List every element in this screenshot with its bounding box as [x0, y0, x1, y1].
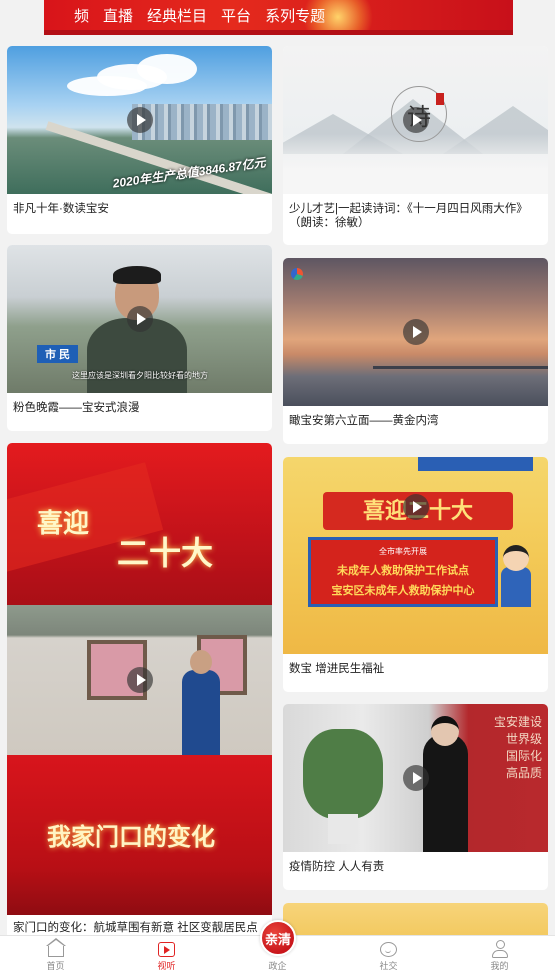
banner-nav: 频 直播 经典栏目 平台 系列专题	[74, 5, 325, 26]
play-icon[interactable]	[126, 107, 153, 133]
banner-nav-item-platform[interactable]: 平台	[221, 5, 251, 26]
video-title: 数宝 增进民生福祉	[289, 663, 385, 675]
video-thumbnail: 宝安建设 世界级 国际化 高品质	[283, 704, 548, 852]
screen-line-2: 未成年人救助保护工作试点	[337, 565, 469, 577]
screen-line-3: 宝安区未成年人救助保护中心	[331, 585, 475, 597]
home-icon	[45, 938, 66, 957]
center-badge-icon[interactable]: 亲清	[260, 920, 296, 956]
tab-social[interactable]: 社交	[333, 936, 444, 975]
video-title: 非凡十年·数读宝安	[13, 203, 109, 215]
play-icon[interactable]	[402, 107, 429, 133]
play-icon[interactable]	[402, 765, 429, 791]
tab-label: 首页	[46, 961, 65, 971]
video-title: 瞰宝安第六立面——黄金内湾	[289, 415, 439, 427]
video-feed-page: 频 直播 经典栏目 平台 系列专题 2020年生产总值3846.87亿元 非凡十…	[0, 0, 555, 975]
banner-nav-item-series[interactable]: 系列专题	[265, 5, 325, 26]
video-card[interactable]: 2020年生产总值3846.87亿元 非凡十年·数读宝安	[7, 46, 272, 234]
tab-label: 我的	[490, 961, 509, 971]
video-card[interactable]: 喜迎二十大 全市率先开展 未成年人救助保护工作试点 宝安区未成年人救助保护中心 …	[283, 457, 548, 692]
video-thumbnail: 喜迎二十大 全市率先开展 未成年人救助保护工作试点 宝安区未成年人救助保护中心	[283, 457, 548, 654]
video-card[interactable]: 瞰宝安第六立面——黄金内湾	[283, 258, 548, 444]
video-thumbnail	[283, 258, 548, 406]
video-thumbnail-bottom: 我家门口的变化	[7, 755, 272, 915]
user-icon	[491, 940, 509, 958]
thumbnail-subtitle: 这里应该是深圳看夕阳比较好看的地方	[72, 371, 208, 380]
video-card[interactable]: 市 民 这里应该是深圳看夕阳比较好看的地方 粉色晚霞——宝安式浪漫	[7, 245, 272, 431]
tab-label: 社交	[379, 961, 398, 971]
play-icon[interactable]	[126, 667, 153, 693]
tab-video[interactable]: 视听	[111, 936, 222, 975]
banner-bar	[44, 30, 513, 35]
top-banner[interactable]: 频 直播 经典栏目 平台 系列专题	[44, 0, 513, 35]
thumbnail-text-top-2: 二十大	[117, 534, 214, 572]
thumbnail-text-bottom: 我家门口的变化	[47, 822, 215, 851]
tab-profile[interactable]: 我的	[444, 936, 555, 975]
video-card[interactable]: 诗 少儿才艺|一起读诗词：《十一月四日风雨大作》（朗读：徐敏）	[283, 46, 548, 245]
video-thumbnail: 2020年生产总值3846.87亿元	[7, 46, 272, 194]
thumbnail-text-top-1: 喜迎	[37, 509, 90, 539]
video-card[interactable]: 宝安建设 世界级 国际化 高品质 疫情防控 人人有责	[283, 704, 548, 890]
play-icon[interactable]	[402, 319, 429, 345]
play-icon[interactable]	[126, 306, 153, 332]
tab-label: 视听	[157, 961, 176, 971]
thumbnail-screen: 全市率先开展 未成年人救助保护工作试点 宝安区未成年人救助保护中心	[308, 537, 498, 607]
banner-nav-item-classic[interactable]: 经典栏目	[147, 5, 207, 26]
channel-logo-icon	[291, 268, 303, 280]
banner-nav-item-0[interactable]: 频	[74, 5, 89, 26]
thumbnail-right-text: 宝安建设 世界级 国际化 高品质	[493, 715, 542, 780]
video-thumbnail-middle	[7, 605, 272, 755]
video-title: 疫情防控 人人有责	[289, 861, 385, 873]
video-title: 粉色晚霞——宝安式浪漫	[13, 402, 140, 414]
video-icon	[158, 942, 175, 957]
video-thumbnail: 市 民 这里应该是深圳看夕阳比较好看的地方	[7, 245, 272, 393]
video-card[interactable]: 喜迎 二十大 我家门口的变化 家门口的变化：航城草围有新意 社区变靓居民点赞	[7, 443, 272, 939]
tab-label: 政企	[268, 961, 287, 971]
chat-icon	[380, 942, 397, 957]
video-thumbnail-top: 喜迎 二十大	[7, 443, 272, 605]
screen-line-1: 全市率先开展	[379, 547, 427, 556]
thumbnail-badge: 市 民	[37, 345, 79, 363]
tab-home[interactable]: 首页	[0, 936, 111, 975]
video-thumbnail: 诗	[283, 46, 548, 194]
video-title: 少儿才艺|一起读诗词：《十一月四日风雨大作》（朗读：徐敏）	[289, 203, 528, 229]
play-icon[interactable]	[402, 494, 429, 520]
banner-nav-item-live[interactable]: 直播	[103, 5, 133, 26]
